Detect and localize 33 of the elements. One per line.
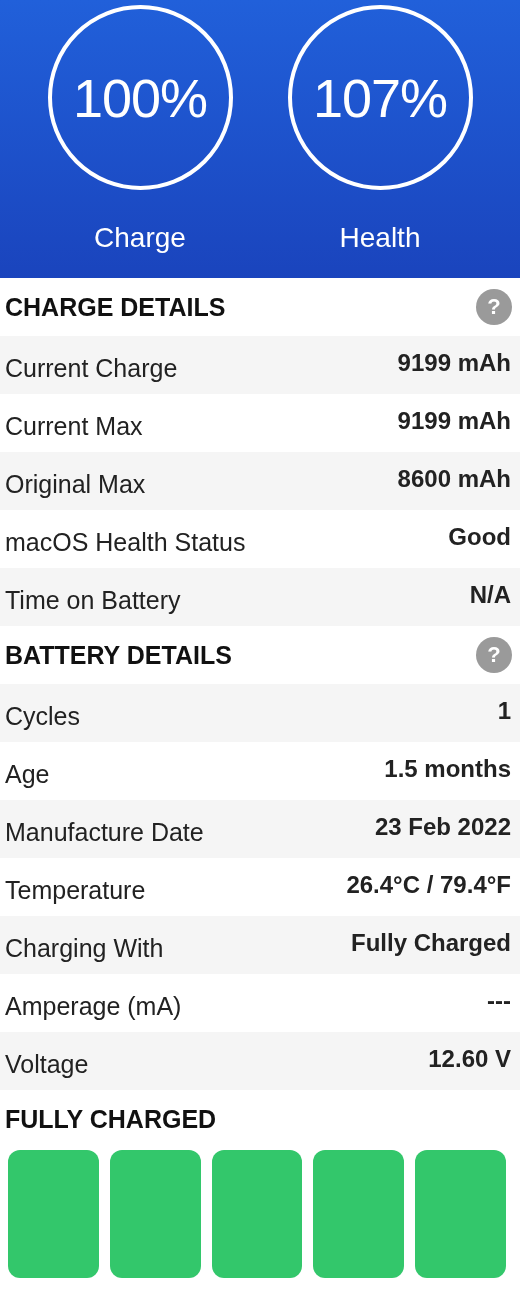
help-button[interactable]: ?: [476, 637, 512, 673]
row-value: 23 Feb 2022: [374, 813, 511, 842]
row-value: Good: [448, 523, 511, 552]
section-title: BATTERY DETAILS: [5, 640, 232, 670]
row-label: Voltage: [5, 1048, 89, 1079]
gauge-ring-value: 100%: [47, 5, 233, 190]
row-label: Original Max: [5, 468, 146, 499]
gauge-ring-value: 107%: [287, 5, 473, 190]
row-value: 8600 mAh: [397, 465, 511, 494]
help-button[interactable]: ?: [476, 289, 512, 325]
row-value: 1: [497, 697, 511, 726]
section-title: CHARGE DETAILS: [5, 292, 226, 322]
row-label: Time on Battery: [5, 584, 181, 615]
row-label: Manufacture Date: [5, 816, 204, 847]
section-title: FULLY CHARGED: [5, 1104, 217, 1134]
row-value: ---: [487, 987, 511, 1016]
row-label: macOS Health Status: [5, 526, 246, 557]
row-value: 9199 mAh: [397, 407, 511, 436]
row-label: Current Max: [5, 410, 143, 441]
row-value: 1.5 months: [384, 755, 511, 784]
row-label: Charging With: [5, 932, 164, 963]
row-label: Age: [5, 758, 50, 789]
row-value: 9199 mAh: [397, 349, 511, 378]
row-label: Amperage (mA): [5, 990, 182, 1021]
gauge-label: Health: [339, 222, 421, 254]
row-label: Current Charge: [5, 352, 178, 383]
row-value: 12.60 V: [428, 1045, 511, 1074]
row-value: N/A: [469, 581, 511, 610]
row-label: Cycles: [5, 700, 80, 731]
row-label: Temperature: [5, 874, 146, 905]
gauge-label: Charge: [94, 222, 186, 254]
row-value: Fully Charged: [350, 929, 511, 958]
row-value: 26.4°C / 79.4°F: [346, 871, 511, 900]
